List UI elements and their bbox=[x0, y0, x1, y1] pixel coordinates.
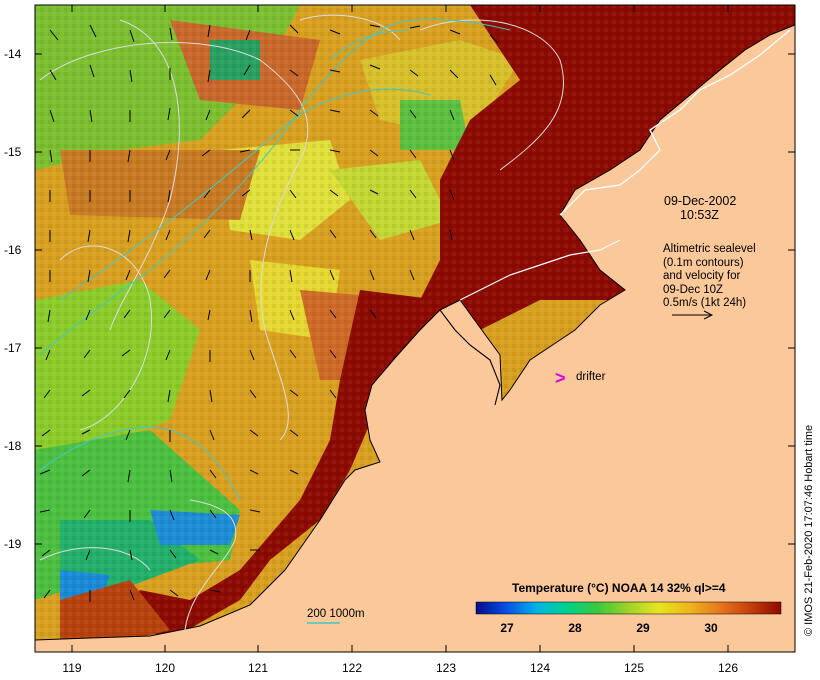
altimetry-note-line: 0.5m/s (1kt 24h) bbox=[663, 297, 746, 309]
x-tick-label: 123 bbox=[436, 661, 456, 675]
image-date: 09-Dec-2002 bbox=[664, 194, 736, 208]
y-tick-label: -19 bbox=[4, 537, 22, 551]
y-tick-label: -14 bbox=[4, 47, 22, 61]
altimetry-note-line: (0.1m contours) bbox=[663, 257, 744, 269]
altimetry-note-line: 09-Dec 10Z bbox=[663, 284, 723, 296]
x-tick-label: 122 bbox=[342, 661, 362, 675]
altimetry-note-line: Altimetric sealevel bbox=[663, 243, 756, 255]
colorbar-tick: 28 bbox=[568, 621, 582, 635]
x-tick-label: 119 bbox=[62, 661, 81, 675]
image-time: 10:53Z bbox=[680, 208, 719, 222]
colorbar-tick: 27 bbox=[500, 621, 514, 635]
sst-map: > -14 -15 -16 -17 -18 -19 119 120 121 12… bbox=[4, 4, 815, 675]
credit-text: © IMOS 21-Feb-2020 17:07:46 Hobart time bbox=[803, 425, 815, 636]
x-tick-label: 120 bbox=[155, 661, 175, 675]
depth-legend-text: 200 1000m bbox=[307, 608, 365, 620]
x-tick-label: 126 bbox=[718, 661, 738, 675]
x-tick-label: 121 bbox=[248, 661, 268, 675]
x-tick-label: 124 bbox=[530, 661, 550, 675]
drifter-label: drifter bbox=[576, 371, 606, 383]
colorbar-tick: 29 bbox=[636, 621, 650, 635]
y-tick-label: -17 bbox=[4, 341, 22, 355]
colorbar bbox=[475, 601, 782, 615]
altimetry-note-line: and velocity for bbox=[663, 270, 741, 282]
y-tick-label: -15 bbox=[4, 145, 22, 159]
colorbar-tick: 30 bbox=[704, 621, 718, 635]
y-tick-label: -18 bbox=[4, 439, 22, 453]
colorbar-title: Temperature (°C) NOAA 14 32% ql>=4 bbox=[512, 581, 726, 595]
y-tick-label: -16 bbox=[4, 243, 22, 257]
x-tick-label: 125 bbox=[624, 661, 644, 675]
drifter-marker: > bbox=[555, 368, 566, 388]
sst-field: > bbox=[35, 5, 795, 652]
